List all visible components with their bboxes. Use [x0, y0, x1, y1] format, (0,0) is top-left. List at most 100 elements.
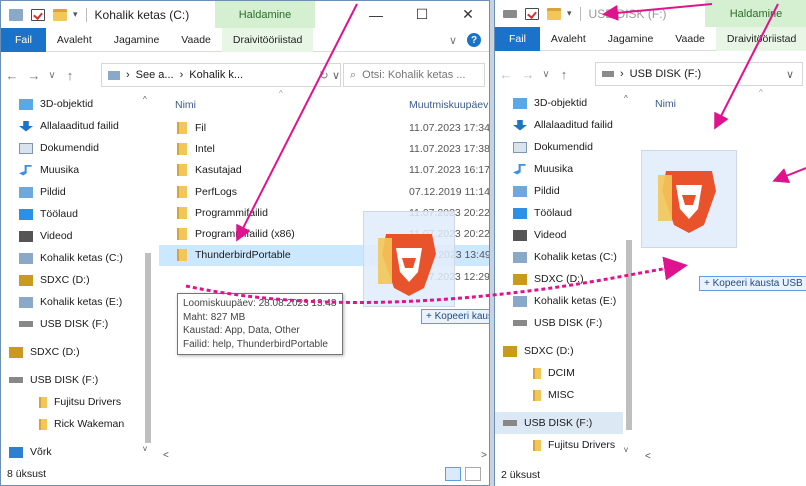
back-icon[interactable]: ← — [495, 67, 517, 82]
nav-item[interactable]: Kohalik ketas (C:) — [495, 246, 623, 268]
nav-item[interactable]: Allalaaditud failid — [495, 114, 623, 136]
nav-item[interactable]: Töölaud — [495, 202, 623, 224]
nav-item[interactable]: Pildid — [1, 181, 141, 203]
column-name[interactable]: Nimi — [159, 99, 196, 111]
video-icon — [19, 230, 33, 242]
title-bar[interactable]: ▾ Kohalik ketas (C:) Haldamine — ☐ ✕ — [1, 1, 489, 28]
horizontal-scrollbar[interactable]: < — [641, 451, 806, 464]
help-icon[interactable]: ? — [467, 33, 481, 47]
tab-home[interactable]: Avaleht — [540, 27, 597, 51]
recent-locations-icon[interactable]: ∨ — [45, 70, 59, 81]
nav-item[interactable]: Allalaaditud failid — [1, 115, 141, 137]
column-name[interactable]: Nimi — [641, 98, 676, 110]
context-tab-header[interactable]: Haldamine — [215, 1, 315, 28]
nav-item[interactable]: Videod — [1, 225, 141, 247]
breadcrumb-item[interactable]: See a... — [136, 69, 174, 81]
nav-item[interactable]: USB DISK (F:) — [495, 312, 623, 334]
breadcrumb-item[interactable]: Kohalik k... — [189, 69, 243, 81]
nav-item[interactable]: MISC — [495, 384, 623, 406]
tab-share[interactable]: Jagamine — [103, 28, 171, 52]
maximize-button[interactable]: ☐ — [399, 1, 445, 28]
nav-item[interactable]: USB DISK (F:) — [495, 412, 623, 434]
context-tab-header[interactable]: Haldamine — [705, 0, 806, 27]
nav-item[interactable]: SDXC (D:) — [1, 341, 141, 363]
recent-locations-icon[interactable]: ∨ — [539, 69, 553, 80]
close-button[interactable]: ✕ — [445, 1, 489, 28]
nav-item[interactable]: 3D-objektid — [495, 92, 623, 114]
tab-view[interactable]: Vaade — [664, 27, 716, 51]
sort-icon: ^ — [759, 88, 763, 97]
nav-item[interactable]: Videod — [495, 224, 623, 246]
nav-item[interactable]: Muusika — [495, 158, 623, 180]
nav-item[interactable]: 3D-objektid — [1, 93, 141, 115]
scroll-up-icon[interactable]: ^ — [624, 94, 628, 103]
nav-item[interactable]: Võrk — [1, 441, 141, 463]
new-folder-icon[interactable] — [547, 7, 561, 20]
list-item[interactable]: Fil 11.07.2023 17:34 — [159, 117, 489, 138]
scroll-left-icon[interactable]: < — [163, 450, 169, 461]
forward-icon[interactable]: → — [23, 68, 45, 83]
large-icons-view-icon[interactable] — [465, 467, 481, 481]
title-bar[interactable]: ▾ USB DISK (F:) Haldamine — [495, 0, 806, 27]
scroll-right-icon[interactable]: > — [481, 450, 487, 461]
up-icon[interactable]: ↑ — [553, 67, 575, 82]
list-item[interactable]: Intel 11.07.2023 17:38 — [159, 138, 489, 159]
nav-item[interactable]: Fujitsu Drivers — [495, 434, 623, 456]
list-item[interactable]: PerfLogs 07.12.2019 11:14 — [159, 181, 489, 202]
customize-toolbar-icon[interactable]: ▾ — [567, 8, 572, 19]
horizontal-scrollbar[interactable]: < > — [159, 450, 489, 463]
nav-item[interactable]: Pildid — [495, 180, 623, 202]
details-view-icon[interactable] — [445, 467, 461, 481]
nav-item[interactable]: Dokumendid — [1, 137, 141, 159]
back-icon[interactable]: ← — [1, 68, 23, 83]
up-icon[interactable]: ↑ — [59, 68, 81, 83]
nav-item[interactable]: Töölaud — [1, 203, 141, 225]
nav-item[interactable]: Fujitsu Drivers — [1, 391, 141, 413]
refresh-button[interactable]: ↻ — [309, 63, 339, 87]
column-date[interactable]: Muutmiskuupäev — [409, 99, 488, 111]
properties-icon[interactable] — [525, 7, 539, 20]
forward-icon[interactable]: → — [517, 67, 539, 82]
tooltip-line: Maht: 827 MB — [183, 311, 246, 323]
nav-scrollbar[interactable]: ^ v — [142, 93, 154, 455]
tab-view[interactable]: Vaade — [170, 28, 222, 52]
tab-home[interactable]: Avaleht — [46, 28, 103, 52]
properties-icon[interactable] — [31, 8, 45, 21]
tab-file[interactable]: Fail — [1, 27, 46, 52]
nav-item[interactable]: Kohalik ketas (E:) — [495, 290, 623, 312]
nav-item[interactable]: SDXC (D:) — [495, 340, 623, 362]
address-bar[interactable]: › See a... › Kohalik k... ∨ — [101, 63, 341, 87]
scroll-down-icon[interactable]: v — [624, 445, 628, 454]
nav-item[interactable]: Dokumendid — [495, 136, 623, 158]
nav-item-label: Pildid — [40, 186, 66, 198]
nav-item[interactable]: USB DISK (F:) — [1, 369, 141, 391]
scroll-thumb[interactable] — [145, 253, 151, 443]
nav-scrollbar[interactable]: ^ v — [623, 92, 635, 456]
tab-share[interactable]: Jagamine — [597, 27, 665, 51]
scroll-up-icon[interactable]: ^ — [143, 95, 147, 104]
scroll-thumb[interactable] — [626, 240, 632, 430]
nav-item[interactable]: Muusika — [1, 159, 141, 181]
nav-item[interactable]: Kohalik ketas (E:) — [1, 291, 141, 313]
address-bar[interactable]: › USB DISK (F:) ∨ — [595, 62, 803, 86]
search-input[interactable]: ⌕ Otsi: Kohalik ketas ... — [343, 63, 485, 87]
nav-item[interactable]: Kohalik ketas (C:) — [1, 247, 141, 269]
breadcrumb-item[interactable]: USB DISK (F:) — [630, 68, 702, 80]
nav-item[interactable]: Rick Wakeman — [1, 413, 141, 435]
scroll-down-icon[interactable]: v — [143, 444, 147, 453]
nav-item[interactable]: SDXC (D:) — [495, 268, 623, 290]
tab-file[interactable]: Fail — [495, 26, 540, 51]
nav-item[interactable]: USB DISK (F:) — [1, 313, 141, 335]
nav-item[interactable]: SDXC (D:) — [1, 269, 141, 291]
nav-item[interactable]: DCIM — [495, 362, 623, 384]
tab-drive-tools[interactable]: Draivitööriistad — [221, 27, 314, 52]
customize-toolbar-icon[interactable]: ▾ — [73, 9, 78, 20]
expand-ribbon-icon[interactable]: ∨ — [449, 34, 457, 47]
minimize-button[interactable]: — — [353, 1, 399, 28]
scroll-left-icon[interactable]: < — [645, 451, 651, 462]
new-folder-icon[interactable] — [53, 8, 67, 21]
picture-icon — [19, 186, 33, 198]
tab-drive-tools[interactable]: Draivitööriistad — [715, 26, 806, 51]
address-dropdown-icon[interactable]: ∨ — [786, 68, 794, 81]
list-item[interactable]: Kasutajad 11.07.2023 16:17 — [159, 160, 489, 181]
